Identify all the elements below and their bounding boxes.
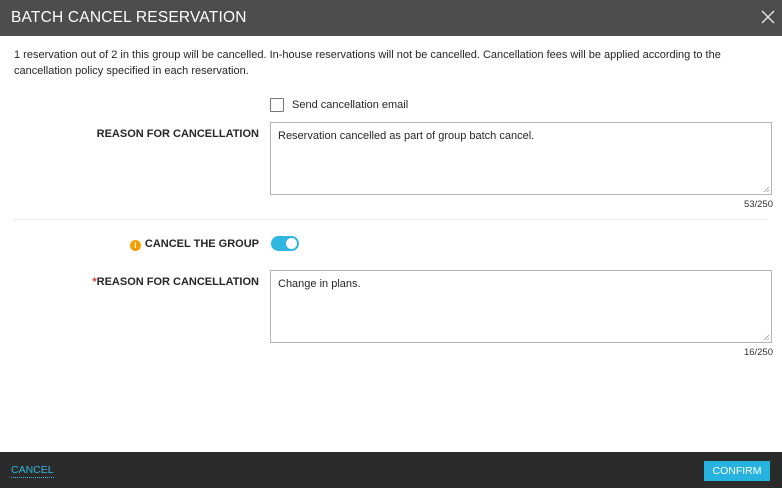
send-email-checkbox[interactable] [270, 98, 284, 112]
reservation-reason-value: Reservation cancelled as part of group b… [278, 130, 535, 142]
group-reason-textarea[interactable]: Change in plans. [270, 270, 772, 343]
send-email-label: Send cancellation email [292, 99, 409, 111]
send-email-row[interactable]: Send cancellation email [270, 97, 408, 113]
intro-text: 1 reservation out of 2 in this group wil… [14, 49, 721, 77]
resize-grip-icon[interactable] [763, 334, 770, 341]
info-icon: i [129, 240, 141, 251]
reservation-reason-counter: 53/250 [743, 199, 773, 210]
cancel-button[interactable]: CANCEL [11, 464, 54, 478]
group-reason-counter: 16/250 [743, 347, 773, 358]
close-icon[interactable] [760, 9, 776, 25]
confirm-button[interactable]: CONFIRM [704, 461, 770, 481]
dialog-footer: CANCEL CONFIRM [0, 452, 782, 488]
section-divider [14, 219, 768, 220]
reservation-reason-textarea[interactable]: Reservation cancelled as part of group b… [270, 122, 772, 195]
cancel-group-label: CANCEL THE GROUP [144, 238, 259, 250]
toggle-knob [286, 238, 297, 249]
group-reason-label-row: *REASON FOR CANCELLATION [92, 276, 259, 288]
cancel-group-toggle[interactable] [271, 236, 299, 251]
resize-grip-icon[interactable] [763, 186, 770, 193]
group-reason-value: Change in plans. [278, 278, 361, 290]
dialog-title: BATCH CANCEL RESERVATION [11, 9, 247, 26]
group-reason-label: REASON FOR CANCELLATION [96, 276, 259, 288]
cancel-group-label-row: i CANCEL THE GROUP [129, 238, 259, 251]
reservation-reason-label: REASON FOR CANCELLATION [96, 128, 259, 140]
dialog-header: BATCH CANCEL RESERVATION [0, 0, 782, 36]
